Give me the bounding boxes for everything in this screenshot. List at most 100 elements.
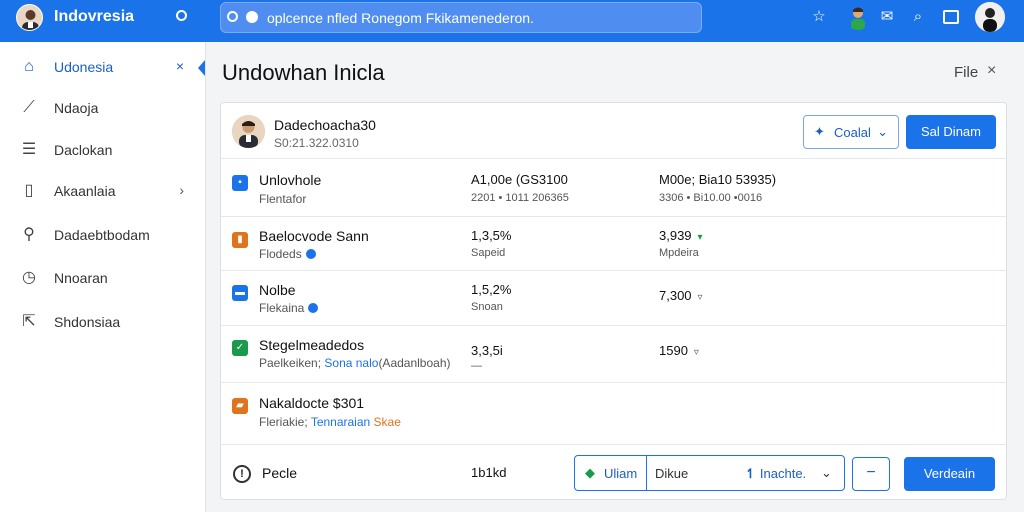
verified-icon [305, 249, 316, 259]
filter-control[interactable]: ◆ Uliam Dikue ↿ Inachte. ⌄ [574, 455, 845, 491]
row-metric: M00e; Bia10 53935) [659, 172, 777, 187]
trend-down-icon: ▿ [693, 347, 699, 358]
detail-card: Dadechoacha30 S0:21.322.0310 ✦ Coalal ⌄ … [220, 102, 1007, 500]
row-value-sub: 2201 • 1011 206365 [471, 192, 569, 204]
active-indicator [198, 60, 205, 76]
mail-icon[interactable]: ✉ [878, 8, 896, 26]
row-tag: Skae [373, 415, 401, 429]
row-title: Baelocvode Sann [259, 228, 369, 244]
row-value-sub: — [471, 360, 482, 372]
tag-button[interactable]: ◆ Uliam [575, 456, 647, 490]
list-item[interactable]: ▮ Baelocvode Sann Flodeds 1,3,5% Sapeid … [221, 217, 1006, 271]
top-bar: Indovresia oplcence nfled Ronegom Fkikam… [0, 0, 1024, 42]
list-item[interactable]: ▰ Nakaldocte $301 Fleriakie; Tennaraian … [221, 383, 1006, 445]
card-name: Dadechoacha30 [274, 117, 376, 133]
file-menu[interactable]: File [954, 64, 978, 81]
user-avatar[interactable] [845, 4, 871, 30]
location-dot-icon [246, 11, 258, 23]
row-link[interactable]: Tennaraian [311, 415, 370, 429]
mail-icon: ▬ [232, 285, 248, 301]
star-icon[interactable]: ☆ [810, 8, 828, 26]
row-metric: 3,939 ▾ [659, 228, 703, 243]
close-icon[interactable]: × [987, 62, 996, 80]
sidebar-item-akaanlaia[interactable]: ▯ Akaanlaia › [0, 174, 206, 208]
row-subtitle: Paelkeiken; Sona nalo(Aadanlboah) [259, 356, 451, 370]
row-metric: 7,300 ▿ [659, 288, 703, 303]
primary-action-button[interactable]: Sal Dinam [906, 115, 996, 149]
home-icon: ⌂ [24, 58, 34, 75]
row-value-sub: Snoan [471, 301, 503, 313]
row-value-sub: Sapeid [471, 247, 506, 259]
row-value: A1,00e (GS3100 [471, 172, 568, 187]
row-value: 3,3,5i [471, 343, 503, 358]
app-title: Indovresia [54, 8, 135, 25]
sort-icon: ↿ [745, 466, 756, 481]
info-icon[interactable]: ! [233, 465, 251, 483]
window-icon[interactable] [943, 10, 959, 24]
card-header: Dadechoacha30 S0:21.322.0310 ✦ Coalal ⌄ … [221, 103, 1006, 159]
sidebar-item-daclokan[interactable]: ☰ Daclokan [0, 133, 206, 167]
chevron-down-icon: ⌄ [877, 124, 888, 139]
close-icon[interactable]: × [176, 58, 184, 74]
submit-button[interactable]: Verdeain [904, 457, 995, 491]
minus-button[interactable]: − [852, 457, 890, 491]
row-subtitle: Flentafor [259, 192, 307, 206]
footer-label: Pecle [262, 465, 298, 481]
list-item[interactable]: ▪ Unlovhole Flentafor A1,00e (GS3100 220… [221, 160, 1006, 217]
row-metric: 1590 ▿ [659, 343, 699, 358]
row-title: Nolbe [259, 282, 296, 298]
footer-value: 1b1kd [471, 465, 507, 480]
coalal-dropdown-button[interactable]: ✦ Coalal ⌄ [803, 115, 899, 149]
row-value: 1,5,2% [471, 282, 512, 297]
profile-avatar[interactable] [975, 2, 1005, 32]
folder-icon: ▰ [232, 398, 248, 414]
sidebar-item-shdonsiaa[interactable]: ⇱ Shdonsiaa [0, 305, 206, 339]
row-metric-sub: 3306 • Bi10.00 •0016 [659, 192, 763, 204]
sidebar-item-label: Dadaebtbodam [54, 227, 150, 243]
trend-icon: ⟋ [23, 99, 35, 116]
pin-icon: ✦ [814, 124, 825, 139]
sidebar-item-label: Ndaoja [54, 100, 99, 116]
button-label: Coalal [834, 125, 871, 140]
sidebar-item-label: Shdonsiaa [54, 314, 121, 330]
row-link[interactable]: Sona nalo [324, 356, 378, 370]
filter-select[interactable]: ↿ Inachte. [745, 466, 806, 482]
page-title: Undowhan Inicla [222, 60, 385, 85]
row-subtitle: Flodeds [259, 247, 316, 261]
sidebar-item-dadaebtbodam[interactable]: ⚲ Dadaebtbodam [0, 218, 206, 252]
document-icon: ☰ [21, 141, 37, 158]
search-input[interactable]: oplcence nfled Ronegom Fkikamenederon. [267, 10, 534, 26]
tag-icon: ◆ [585, 465, 595, 480]
search-icon [227, 11, 238, 22]
chevron-down-icon[interactable]: ⌄ [821, 465, 832, 481]
trend-up-icon: ▾ [697, 232, 703, 243]
chevron-right-icon: › [179, 182, 184, 198]
filter-input[interactable]: Dikue [655, 466, 688, 481]
search-bar[interactable]: oplcence nfled Ronegom Fkikamenederon. [220, 2, 702, 33]
row-metric-sub: Mpdeira [659, 247, 699, 259]
card-footer: ! Pecle 1b1kd ◆ Uliam Dikue ↿ Inachte. ⌄ … [221, 446, 1006, 500]
row-title: Stegelmeadedos [259, 337, 365, 353]
list-item[interactable]: ▬ Nolbe Flekaina 1,5,2% Snoan 7,300 ▿ [221, 271, 1006, 326]
search-icon[interactable]: ⌕ [909, 8, 927, 26]
app-logo-avatar[interactable] [16, 4, 43, 31]
row-value: 1,3,5% [471, 228, 512, 243]
row-subtitle: Fleriakie; Tennaraian Skae [259, 415, 401, 429]
sidebar-item-udonesia[interactable]: ⌂ Udonesia × [0, 50, 206, 84]
verified-icon [308, 303, 319, 313]
file-icon: ▯ [24, 182, 34, 199]
trend-down-icon: ▿ [697, 292, 703, 303]
share-icon: ⇱ [22, 313, 36, 330]
sidebar-item-label: Nnoaran [54, 270, 108, 286]
avatar [232, 115, 265, 148]
tag-label: Uliam [604, 466, 638, 481]
clock-icon: ◷ [22, 269, 36, 286]
status-circle-icon[interactable] [176, 10, 187, 21]
row-title: Nakaldocte $301 [259, 395, 365, 411]
row-title: Unlovhole [259, 172, 322, 188]
sidebar-item-nnoaran[interactable]: ◷ Nnoaran [0, 261, 206, 295]
sidebar-item-ndaoja[interactable]: ⟋ Ndaoja [0, 91, 206, 125]
row-subtitle: Flekaina [259, 301, 319, 315]
sidebar: ⌂ Udonesia × ⟋ Ndaoja ☰ Daclokan ▯ Akaan… [0, 42, 206, 512]
list-item[interactable]: ✓ Stegelmeadedos Paelkeiken; Sona nalo(A… [221, 326, 1006, 383]
